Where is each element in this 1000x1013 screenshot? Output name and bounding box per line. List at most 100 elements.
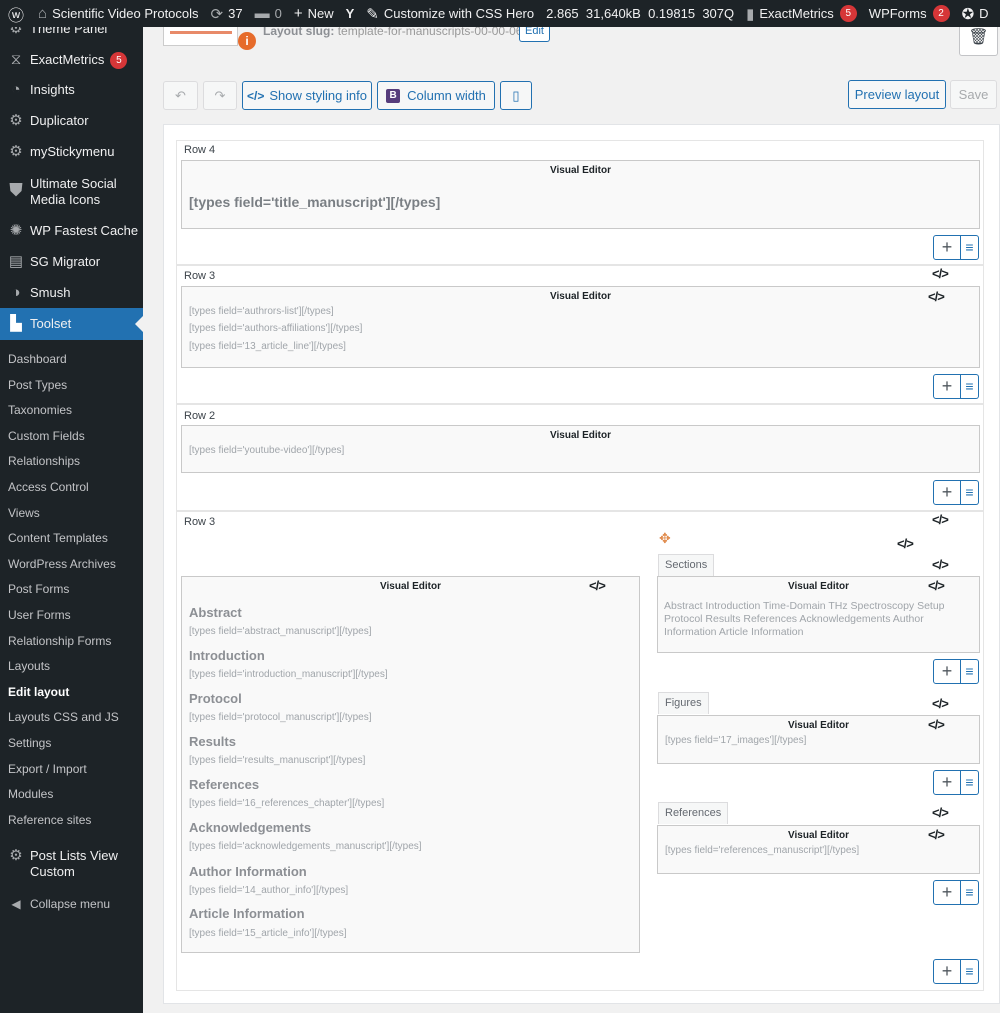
references-visual-editor-cell[interactable]: Visual Editor </> [types field='referenc… bbox=[657, 825, 980, 874]
menu-theme-panel[interactable]: ⚙ Theme Panel bbox=[0, 27, 143, 37]
submenu-views[interactable]: Views bbox=[8, 506, 40, 520]
abstract-heading: Abstract bbox=[189, 605, 242, 620]
menu-duplicator[interactable]: ⚙ Duplicator bbox=[0, 113, 143, 129]
collapse-menu-button[interactable]: ◀ Collapse menu bbox=[0, 896, 143, 912]
row-3-content-add-cell-button[interactable]: + bbox=[933, 959, 961, 984]
trash-icon[interactable]: 🗑 bbox=[959, 23, 998, 56]
references-menu-button[interactable]: ≡ bbox=[961, 880, 979, 905]
submenu-relationships[interactable]: Relationships bbox=[8, 454, 80, 468]
new-content-link[interactable]: + New bbox=[288, 0, 340, 27]
submenu-content-templates[interactable]: Content Templates bbox=[8, 531, 108, 545]
row-2-menu-button[interactable]: ≡ bbox=[961, 480, 979, 505]
wpforms-link[interactable]: WPForms 2 bbox=[863, 0, 956, 27]
save-button[interactable]: Save bbox=[950, 80, 997, 109]
row-4-label: Row 4 bbox=[184, 144, 216, 156]
submenu-layouts-css-js[interactable]: Layouts CSS and JS bbox=[8, 710, 119, 724]
row-2-label: Row 2 bbox=[184, 410, 216, 422]
menu-smush[interactable]: ◑ Smush bbox=[0, 285, 143, 301]
container-code-icon[interactable]: </> bbox=[897, 536, 914, 551]
figures-visual-editor-cell[interactable]: Visual Editor </> [types field='17_image… bbox=[657, 715, 980, 764]
cell-code-icon[interactable]: </> bbox=[928, 717, 945, 732]
submenu-access-control[interactable]: Access Control bbox=[8, 480, 89, 494]
submenu-dashboard[interactable]: Dashboard bbox=[8, 352, 67, 366]
row-4-visual-editor-cell[interactable]: Visual Editor [types field='title_manusc… bbox=[181, 160, 980, 229]
layout-name-input[interactable] bbox=[163, 27, 238, 46]
authors-affiliations-shortcode: [types field='authors-affiliations'][/ty… bbox=[189, 323, 363, 334]
sections-tab[interactable]: Sections bbox=[658, 554, 715, 576]
plus-icon: + bbox=[941, 482, 953, 502]
sections-text: Abstract Introduction Time-Domain THz Sp… bbox=[664, 600, 945, 638]
sections-add-cell-button[interactable]: + bbox=[933, 659, 961, 684]
cell-code-icon[interactable]: </> bbox=[589, 578, 606, 593]
figures-tab[interactable]: Figures bbox=[658, 692, 709, 714]
references-add-cell-button[interactable]: + bbox=[933, 880, 961, 905]
menu-ultimate-social[interactable]: ⛊ Ultimate Social Media Icons bbox=[0, 176, 143, 208]
row-2-add-cell-button[interactable]: + bbox=[933, 480, 961, 505]
references-tab[interactable]: References bbox=[658, 802, 729, 824]
figures-row-code-icon[interactable]: </> bbox=[932, 696, 949, 711]
row-3-menu-button[interactable]: ≡ bbox=[961, 374, 979, 399]
submenu-post-types[interactable]: Post Types bbox=[8, 378, 67, 392]
row-3-add-cell-button[interactable]: + bbox=[933, 374, 961, 399]
submenu-relationship-forms[interactable]: Relationship Forms bbox=[8, 634, 111, 648]
menu-exactmetrics[interactable]: ⧖ ExactMetrics 5 bbox=[0, 52, 143, 69]
document-button[interactable]: ▯ bbox=[500, 81, 532, 110]
submenu-modules[interactable]: Modules bbox=[8, 787, 53, 801]
row-code-icon[interactable]: </> bbox=[932, 512, 949, 527]
introduction-shortcode: [types field='introduction_manuscript'][… bbox=[189, 669, 388, 680]
info-icon[interactable]: i bbox=[238, 32, 256, 50]
menu-sg-migrator[interactable]: ▤ SG Migrator bbox=[0, 254, 143, 270]
sections-visual-editor-cell[interactable]: Visual Editor </> Abstract Introduction … bbox=[657, 576, 980, 653]
submenu-export-import[interactable]: Export / Import bbox=[8, 762, 87, 776]
column-width-button[interactable]: B Column width bbox=[377, 81, 495, 110]
preview-layout-button[interactable]: Preview layout bbox=[848, 80, 946, 109]
exactmetrics-link[interactable]: ▮ ExactMetrics 5 bbox=[740, 0, 863, 27]
row-3-visual-editor-cell[interactable]: Visual Editor </> [types field='authrors… bbox=[181, 286, 980, 368]
user-link[interactable]: ✪ D bbox=[956, 0, 995, 27]
protocol-shortcode: [types field='protocol_manuscript'][/typ… bbox=[189, 712, 372, 723]
updates-link[interactable]: ⟳ 37 bbox=[205, 0, 249, 27]
comments-link[interactable]: ▬ 0 bbox=[249, 0, 288, 27]
submenu-taxonomies[interactable]: Taxonomies bbox=[8, 403, 72, 417]
menu-wp-fastest-cache[interactable]: ✺ WP Fastest Cache bbox=[0, 223, 143, 239]
main-content-visual-editor-cell[interactable]: Visual Editor </> Abstract [types field=… bbox=[181, 576, 640, 953]
submenu-reference-sites[interactable]: Reference sites bbox=[8, 813, 91, 827]
submenu-post-forms[interactable]: Post Forms bbox=[8, 582, 69, 596]
sections-menu-button[interactable]: ≡ bbox=[961, 659, 979, 684]
references-row-code-icon[interactable]: </> bbox=[932, 805, 949, 820]
menu-insights[interactable]: ◔ Insights bbox=[0, 82, 143, 98]
yoast-icon[interactable]: Y bbox=[340, 0, 361, 27]
acknowledgements-shortcode: [types field='acknowledgements_manuscrip… bbox=[189, 841, 422, 852]
hamburger-icon: ≡ bbox=[965, 963, 974, 979]
figures-menu-button[interactable]: ≡ bbox=[961, 770, 979, 795]
submenu-edit-layout[interactable]: Edit layout bbox=[8, 685, 69, 699]
menu-post-lists-view[interactable]: ⚙ Post Lists View Custom bbox=[0, 848, 143, 880]
show-styling-info-button[interactable]: </> Show styling info bbox=[242, 81, 372, 110]
row-code-icon[interactable]: </> bbox=[932, 266, 949, 281]
redo-button[interactable]: ↷ bbox=[203, 81, 237, 110]
row-3-content-menu-button[interactable]: ≡ bbox=[961, 959, 979, 984]
cell-code-icon[interactable]: </> bbox=[928, 827, 945, 842]
submenu-settings[interactable]: Settings bbox=[8, 736, 51, 750]
cell-code-icon[interactable]: </> bbox=[928, 578, 945, 593]
authors-list-shortcode: [types field='authrors-list'][/types] bbox=[189, 306, 334, 317]
css-hero-link[interactable]: ✎ Customize with CSS Hero bbox=[360, 0, 540, 27]
site-name-link[interactable]: ⌂ Scientific Video Protocols bbox=[32, 0, 205, 27]
row-2-visual-editor-cell[interactable]: Visual Editor [types field='youtube-vide… bbox=[181, 425, 980, 473]
move-icon[interactable]: ✥ bbox=[659, 530, 671, 547]
row-4-add-cell-button[interactable]: + bbox=[933, 235, 961, 260]
wordpress-logo-icon[interactable]: ⓦ bbox=[0, 0, 32, 27]
submenu-wordpress-archives[interactable]: WordPress Archives bbox=[8, 557, 116, 571]
submenu-custom-fields[interactable]: Custom Fields bbox=[8, 429, 85, 443]
query-monitor-link[interactable]: 2.865 31,640kB 0.19815 307Q bbox=[540, 0, 740, 27]
sections-row-code-icon[interactable]: </> bbox=[932, 557, 949, 572]
menu-mystickymenu[interactable]: ⚙ myStickymenu bbox=[0, 144, 143, 160]
cell-code-icon[interactable]: </> bbox=[928, 289, 945, 304]
menu-toolset[interactable]: ▙ Toolset bbox=[0, 308, 143, 340]
row-4-menu-button[interactable]: ≡ bbox=[961, 235, 979, 260]
submenu-layouts[interactable]: Layouts bbox=[8, 659, 50, 673]
figures-add-cell-button[interactable]: + bbox=[933, 770, 961, 795]
submenu-user-forms[interactable]: User Forms bbox=[8, 608, 71, 622]
redo-icon: ↷ bbox=[214, 87, 226, 103]
undo-button[interactable]: ↶ bbox=[163, 81, 198, 110]
